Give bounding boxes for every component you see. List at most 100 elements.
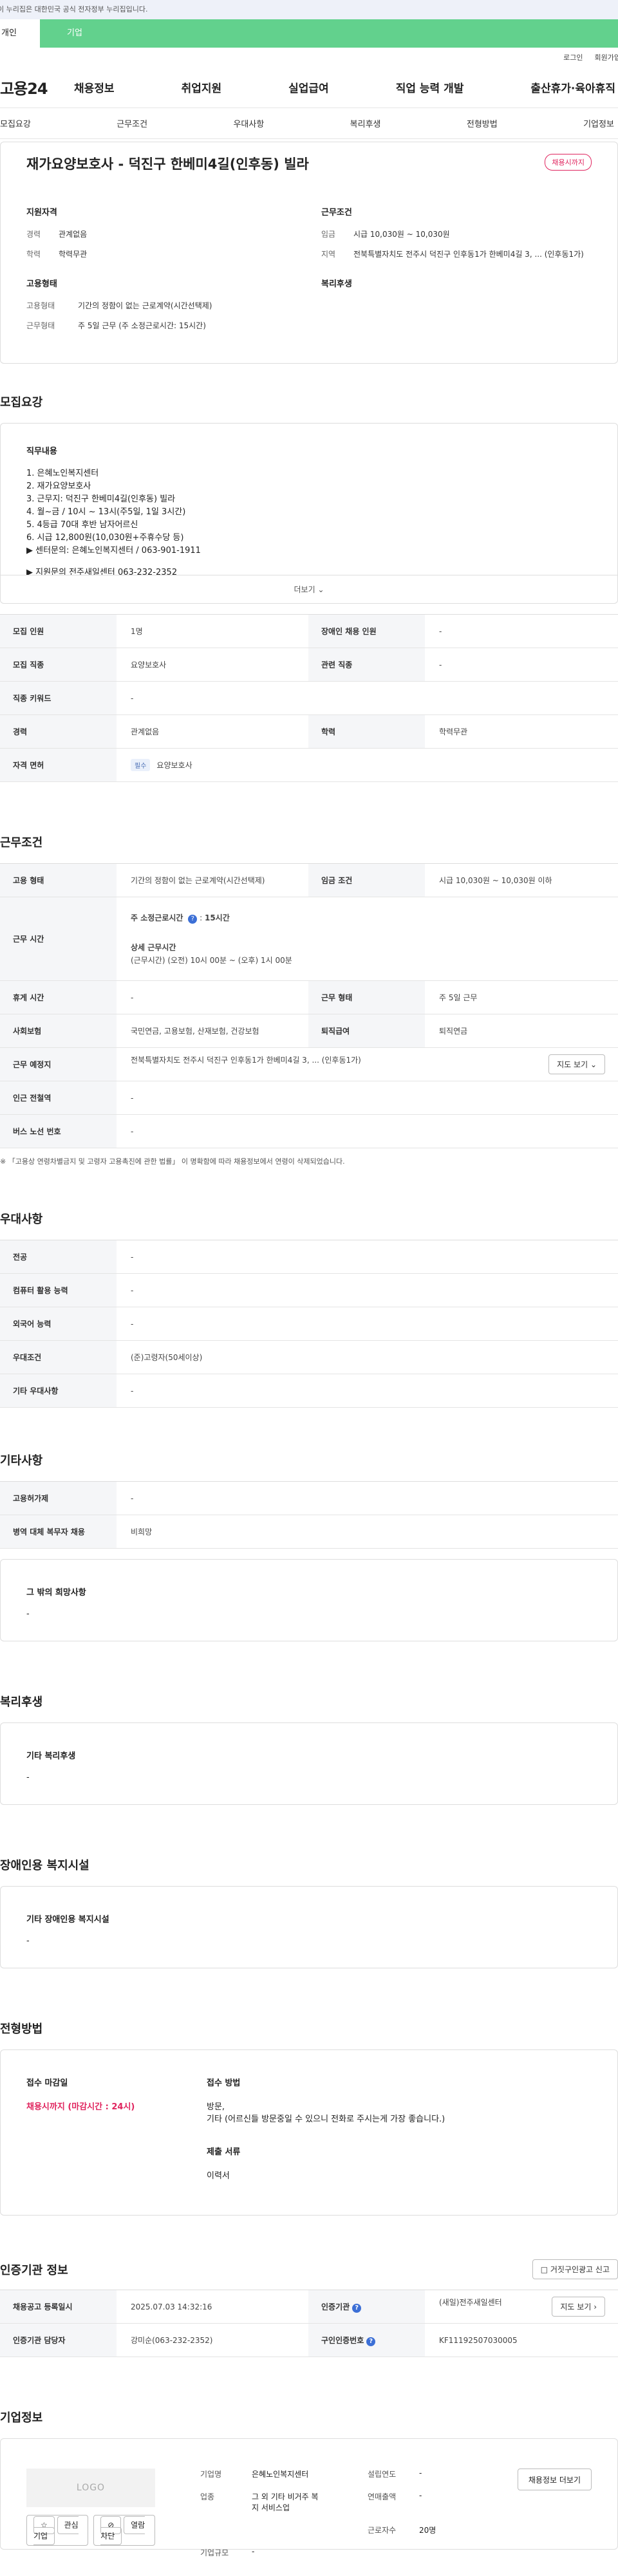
- manager-key: 인증기관 담당자: [0, 2323, 117, 2357]
- section-title-agency: 인증기관 정보: [0, 2263, 68, 2277]
- edu-value: 학력무관: [425, 714, 618, 749]
- table-row: 인증기관 담당자 강미순(063-232-2352) 구인인증번호? KF111…: [0, 2323, 618, 2357]
- table-row: 우대조건 (준)고령자(50세이상): [0, 1340, 618, 1374]
- major-value: -: [117, 1240, 618, 1274]
- login-link[interactable]: 로그인: [563, 52, 583, 62]
- anchor-prefer[interactable]: 우대사항: [233, 117, 264, 129]
- co-size-value: -: [252, 2547, 255, 2556]
- signup-link[interactable]: 회원가입: [595, 52, 618, 62]
- co-year-key: 설립연도: [368, 2470, 397, 2479]
- table-row: 근무 예정지 전북특별자치도 전주시 덕진구 인후동1가 한베미4길 3, ..…: [0, 1047, 618, 1081]
- table-row: 고용허가제 -: [0, 1481, 618, 1515]
- favorite-company-button[interactable]: ☆ 관심기업: [26, 2515, 89, 2546]
- wish-heading: 그 밖의 희망사항: [26, 1588, 86, 1598]
- table-row: 기타 우대사항 -: [0, 1374, 618, 1408]
- table-row: 외국어 능력 -: [0, 1307, 618, 1341]
- co-emp-value: 20명: [419, 2526, 436, 2535]
- agency-map-button[interactable]: 지도 보기 ›: [552, 2297, 605, 2317]
- career-value: 관계없음: [117, 714, 308, 749]
- co-emp-key: 근로자수: [368, 2526, 397, 2535]
- section-title-company: 기업정보: [0, 2411, 43, 2425]
- insurance-key: 사회보험: [0, 1014, 117, 1048]
- cond-key: 우대조건: [0, 1340, 117, 1374]
- deadline-value: 채용시까지 (마감시간 : 24시): [26, 2102, 135, 2112]
- process-box: 접수 마감일 채용시까지 (마감시간 : 24시) 접수 방법 방문, 기타 (…: [0, 2049, 618, 2216]
- company-logo-area: LOGO ☆ 관심기업 ⊘ 열람차단: [26, 2469, 155, 2546]
- major-key: 전공: [0, 1240, 117, 1274]
- co-sales-value: -: [419, 2491, 422, 2500]
- company-jobs-button[interactable]: 채용정보 더보기: [517, 2469, 592, 2490]
- pc-value: -: [117, 1273, 618, 1307]
- chevron-down-icon: ⌄: [317, 585, 324, 594]
- table-row: 모집 직종 요양보호사 관련 직종 -: [0, 648, 618, 682]
- summary-emp-heading: 고용형태: [26, 279, 57, 289]
- section-title-prefer: 우대사항: [0, 1213, 43, 1226]
- summary-career-value: 관계없음: [59, 230, 88, 239]
- etc-value: -: [117, 1374, 618, 1408]
- anchor-recruit[interactable]: 모집요강: [0, 117, 31, 129]
- anchor-company[interactable]: 기업정보: [583, 117, 614, 129]
- gnb-item-employment-support[interactable]: 취업지원: [182, 79, 222, 95]
- agency-map-label: 지도 보기: [560, 2302, 592, 2311]
- site-logo[interactable]: 고용24: [0, 76, 74, 98]
- more-button[interactable]: 더보기 ⌄: [0, 575, 618, 604]
- job-description-box: 직무내용 1. 은혜노인복지센터 2. 재가요양보호사 3. 근무지: 덕진구 …: [0, 423, 618, 575]
- work-table: 고용 형태 기간의 정함이 없는 근로계약(시간선택제) 임금 조건 시급 10…: [0, 863, 618, 1148]
- map-button[interactable]: 지도 보기 ⌄: [548, 1054, 605, 1074]
- summary-employment: 고용형태 고용형태 기간의 정함이 없는 근로계약(시간선택제) 근무형태 주 5일…: [26, 277, 297, 341]
- keyword-value: -: [117, 681, 618, 715]
- station-key: 인근 전철역: [0, 1081, 117, 1115]
- tab-company[interactable]: 기업: [40, 19, 618, 48]
- section-title-recruit: 모집요강: [0, 396, 43, 409]
- table-row: 사회보험 국민연금, 고용보험, 산재보험, 건강보험 퇴직급여 퇴직연금: [0, 1014, 618, 1048]
- summary-welfare: 복리후생: [321, 277, 592, 341]
- tab-individual[interactable]: 개인: [0, 19, 40, 48]
- tab-individual-label: 개인: [1, 28, 17, 38]
- anchor-welfare[interactable]: 복리후생: [350, 117, 381, 129]
- summary-emptype-key: 고용형태: [26, 301, 55, 310]
- military-value: 비희망: [117, 1515, 618, 1549]
- station-value: -: [117, 1081, 618, 1115]
- block-view-button[interactable]: ⊘ 열람차단: [93, 2515, 155, 2546]
- job-title: 재가요양보호사 - 덕진구 한베미4길(인후동) 빌라: [26, 156, 309, 172]
- cert-no-key: 구인인증번호?: [308, 2323, 425, 2357]
- bus-value: -: [117, 1114, 618, 1148]
- help-icon[interactable]: ?: [352, 2303, 362, 2313]
- table-row: 버스 노선 번호 -: [0, 1114, 618, 1148]
- section-title-work: 근무조건: [0, 836, 43, 850]
- place-value: 전북특별자치도 전주시 덕진구 인후동1가 한베미4길 3, ... (인후동1…: [131, 1056, 361, 1065]
- summary-work-heading: 근무조건: [321, 208, 352, 218]
- hours-detail-value: (근무시간) (오전) 10시 00분 ~ (오후) 1시 00분: [131, 955, 292, 965]
- welfare-heading: 기타 복리후생: [26, 1751, 76, 1761]
- deadline-badge: 채용시까지: [545, 154, 592, 171]
- summary-qual-heading: 지원자격: [26, 208, 57, 218]
- summary-edu-value: 학력무관: [59, 250, 88, 259]
- agency-cell: (새일)전주새일센터 지도 보기 ›: [425, 2290, 618, 2324]
- anchor-work[interactable]: 근무조건: [117, 117, 147, 129]
- gnb-item-unemployment-benefit[interactable]: 실업급여: [288, 79, 329, 95]
- table-row: 인근 전철역 -: [0, 1081, 618, 1115]
- disabled-key: 장애인 채용 인원: [308, 614, 425, 648]
- hours-cell: 주 소정근로시간 ? : 15시간 상세 근무시간 (근무시간) (오전) 10…: [117, 897, 618, 981]
- military-key: 병역 대체 복무자 채용: [0, 1515, 117, 1549]
- gnb-item-leave[interactable]: 출산휴가·육아휴직: [530, 79, 615, 95]
- lang-value: -: [117, 1307, 618, 1341]
- cert-no-value: KF11192507030005: [425, 2323, 618, 2357]
- table-row: 자격 면허 필수 요양보호사: [0, 748, 618, 782]
- gnb-menu: 채용정보 취업지원 실업급여 직업 능력 개발 출산휴가·육아휴직: [74, 79, 618, 95]
- job-description-line: ▶ 센터문의: 은혜노인복지센터 / 063-901-1911: [26, 546, 201, 555]
- headcount-value: 1명: [117, 614, 308, 648]
- summary-form-key: 근무형태: [26, 321, 55, 330]
- help-icon[interactable]: ?: [366, 2337, 376, 2346]
- reg-date-key: 채용공고 등록일시: [0, 2290, 117, 2324]
- job-key: 모집 직종: [0, 648, 117, 682]
- anchor-process[interactable]: 전형방법: [467, 117, 498, 129]
- report-button[interactable]: □ 거짓구인광고 신고: [532, 2259, 618, 2279]
- gnb-item-training[interactable]: 직업 능력 개발: [396, 79, 464, 95]
- pc-key: 컴퓨터 활용 능력: [0, 1273, 117, 1307]
- gnb-item-jobs[interactable]: 채용정보: [74, 79, 115, 95]
- summary-region-key: 지역: [321, 250, 336, 259]
- map-button-label: 지도 보기: [557, 1060, 588, 1069]
- co-sales-key: 연매출액: [368, 2492, 397, 2501]
- help-icon[interactable]: ?: [188, 914, 198, 924]
